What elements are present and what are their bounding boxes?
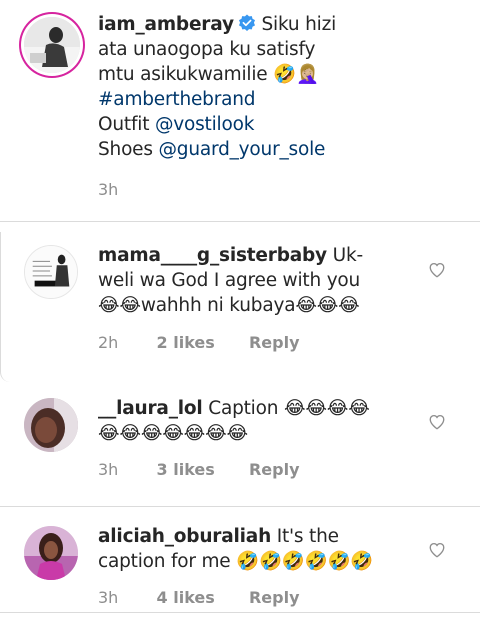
- comment-text-line-3: 😂😂wahhh ni kubaya😂😂😂: [98, 295, 360, 316]
- comment-text: mama____g_sisterbaby Uk- weli wa God I a…: [98, 243, 363, 318]
- commenter-avatar[interactable]: [24, 526, 78, 580]
- comment-likes[interactable]: 2 likes: [157, 333, 215, 352]
- caption-line-1: Siku hizi: [261, 14, 337, 35]
- comment-likes[interactable]: 3 likes: [157, 460, 215, 479]
- comment-meta: 2h 2 likes Reply: [98, 333, 300, 352]
- comment-timestamp[interactable]: 3h: [98, 460, 118, 479]
- caption-divider: [0, 221, 480, 222]
- reply-button[interactable]: Reply: [249, 460, 300, 479]
- comment-text-line-1: It's the: [271, 526, 339, 547]
- caption-line-2: ata unaogopa ku satisfy: [98, 39, 316, 60]
- commenter-avatar[interactable]: [24, 398, 78, 452]
- comment-meta: 3h 4 likes Reply: [98, 588, 300, 607]
- caption-hashtag[interactable]: #amberthebrand: [98, 87, 336, 112]
- comment-text-line-1: Uk-: [326, 245, 364, 266]
- reply-button[interactable]: Reply: [249, 333, 300, 352]
- caption-meta: 3h: [98, 180, 118, 199]
- like-heart-icon[interactable]: [428, 261, 446, 279]
- comment-divider: [0, 506, 480, 507]
- comment-timestamp[interactable]: 3h: [98, 588, 118, 607]
- poster-username[interactable]: iam_amberay: [98, 14, 234, 35]
- commenter-avatar[interactable]: [24, 245, 78, 299]
- like-heart-icon[interactable]: [428, 541, 446, 559]
- like-heart-icon[interactable]: [428, 413, 446, 431]
- thread-line: [0, 232, 10, 382]
- comment-meta: 3h 3 likes Reply: [98, 460, 300, 479]
- comment-username[interactable]: mama____g_sisterbaby: [98, 245, 327, 266]
- comment-text-line-2: caption for me 🤣🤣🤣🤣🤣🤣: [98, 551, 374, 572]
- outfit-label: Outfit: [98, 114, 155, 135]
- comment-text-line-2: weli wa God I agree with you: [98, 270, 361, 291]
- shoes-label: Shoes: [98, 139, 159, 160]
- outfit-mention[interactable]: @vostilook: [155, 114, 254, 135]
- comment-username[interactable]: __laura_lol: [98, 398, 203, 419]
- caption-text: iam_amberay Siku hizi ata unaogopa ku sa…: [98, 12, 336, 162]
- reply-button[interactable]: Reply: [249, 588, 300, 607]
- shoes-mention[interactable]: @guard_your_sole: [159, 139, 326, 160]
- post-caption: iam_amberay Siku hizi ata unaogopa ku sa…: [0, 0, 480, 220]
- comment-text-line-2: 😂😂😂😂😂😂😂: [98, 423, 248, 444]
- caption-timestamp[interactable]: 3h: [98, 180, 118, 199]
- poster-avatar[interactable]: [24, 17, 80, 73]
- verified-badge-icon: [238, 14, 256, 32]
- caption-line-3: mtu asikukwamilie 🤣🤦🏼‍♀️: [98, 64, 319, 85]
- bottom-divider: [0, 612, 480, 613]
- comment-timestamp[interactable]: 2h: [98, 333, 118, 352]
- comment-username[interactable]: aliciah_oburaliah: [98, 526, 271, 547]
- comment-text: aliciah_oburaliah It's the caption for m…: [98, 524, 373, 574]
- comment-likes[interactable]: 4 likes: [157, 588, 215, 607]
- comment-text-line-1: Caption 😂😂😂😂: [202, 398, 370, 419]
- comment-text: __laura_lol Caption 😂😂😂😂 😂😂😂😂😂😂😂: [98, 396, 370, 446]
